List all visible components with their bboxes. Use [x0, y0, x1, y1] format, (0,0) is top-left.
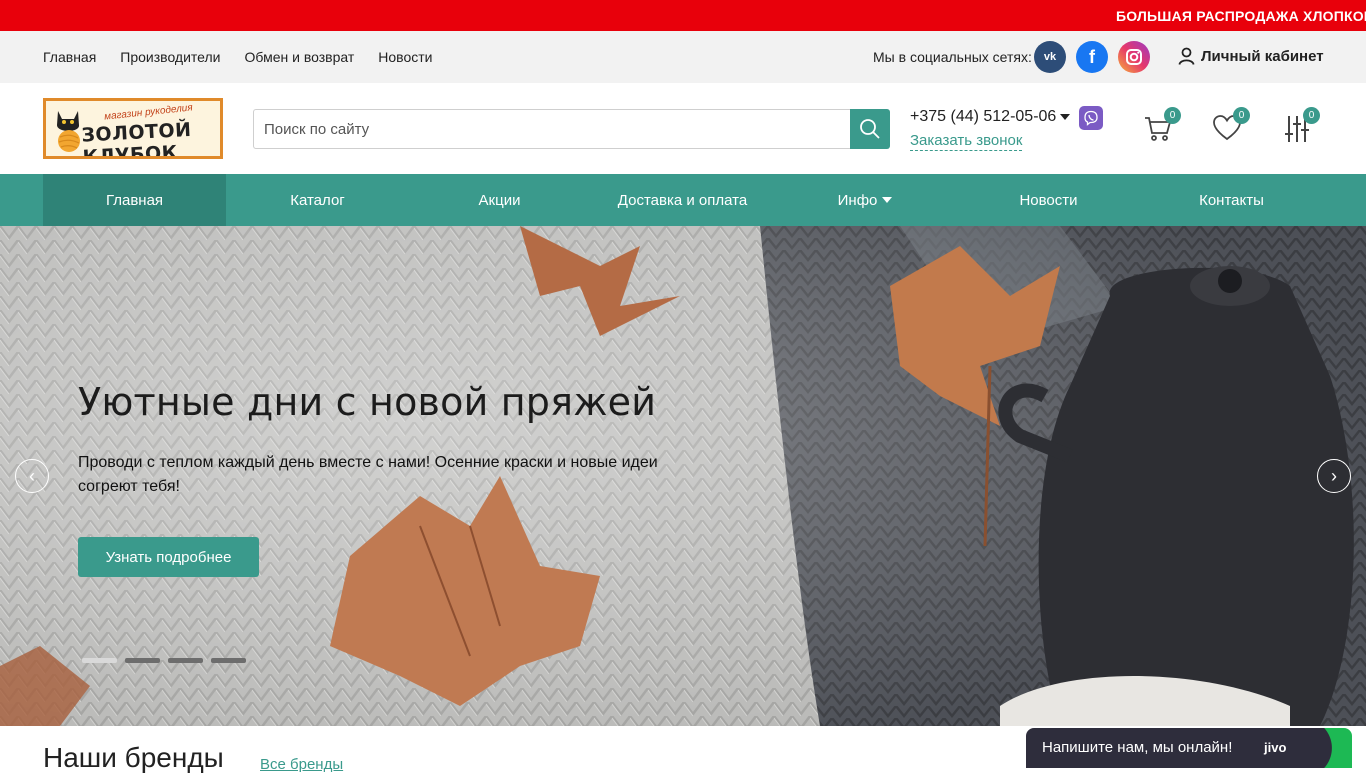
nav-item-news[interactable]: Новости: [957, 174, 1140, 226]
chevron-left-icon: ‹: [29, 465, 35, 486]
nav-item-catalog[interactable]: Каталог: [226, 174, 409, 226]
phone-dropdown[interactable]: +375 (44) 512-05-06: [910, 108, 1071, 126]
toplink-news[interactable]: Новости: [378, 49, 432, 65]
compare-count-badge: 0: [1303, 107, 1320, 124]
cart-button[interactable]: 0: [1142, 107, 1181, 144]
main-nav: Главная Каталог Акции Доставка и оплата …: [0, 174, 1366, 226]
site-logo[interactable]: магазин рукоделия ЗОЛОТОЙ КЛУБОК: [43, 98, 223, 159]
viber-icon[interactable]: [1079, 106, 1103, 130]
account-label: Личный кабинет: [1201, 47, 1324, 65]
caret-down-icon: [1060, 114, 1071, 120]
search-icon: [860, 119, 880, 139]
favorites-button[interactable]: 0: [1211, 107, 1250, 144]
compare-button[interactable]: 0: [1281, 107, 1320, 144]
user-icon: [1178, 47, 1195, 65]
slider-prev-button[interactable]: ‹: [15, 459, 49, 493]
slider-dot-3[interactable]: [168, 658, 203, 663]
caret-down-icon: [882, 197, 893, 203]
hero-slider: Уютные дни с новой пряжей Проводи с тепл…: [0, 226, 1366, 726]
top-bar: Главная Производители Обмен и возврат Но…: [0, 31, 1366, 83]
search-button[interactable]: [850, 109, 890, 149]
phone-number: +375 (44) 512-05-06: [910, 108, 1057, 125]
nav-item-promotions[interactable]: Акции: [408, 174, 591, 226]
chevron-right-icon: ›: [1331, 465, 1337, 486]
hero-title: Уютные дни с новой пряжей: [78, 380, 657, 424]
chat-widget[interactable]: Напишите нам, мы онлайн! jivo: [1026, 728, 1352, 768]
online-status-icon: [1302, 728, 1352, 768]
search-input[interactable]: [253, 109, 851, 149]
favorites-count-badge: 0: [1233, 107, 1250, 124]
callback-link[interactable]: Заказать звонок: [910, 132, 1023, 151]
vk-icon[interactable]: vk: [1034, 41, 1066, 73]
nav-item-info[interactable]: Инфо: [774, 174, 957, 226]
instagram-icon[interactable]: [1118, 41, 1150, 73]
slider-dots: [82, 658, 246, 663]
nav-item-info-label: Инфо: [837, 191, 878, 209]
brands-title: Наши бренды: [43, 742, 224, 773]
account-link[interactable]: Личный кабинет: [1178, 47, 1324, 65]
social-label: Мы в социальных сетях:: [873, 49, 1032, 65]
top-links: Главная Производители Обмен и возврат Но…: [43, 49, 432, 65]
slider-next-button[interactable]: ›: [1317, 459, 1351, 493]
chat-prompt: Напишите нам, мы онлайн!: [1042, 739, 1233, 756]
promo-bar: БОЛЬШАЯ РАСПРОДАЖА ХЛОПКОВ!: [0, 0, 1366, 31]
nav-item-delivery[interactable]: Доставка и оплата: [591, 174, 774, 226]
hero-description: Проводи с теплом каждый день вместе с на…: [78, 454, 658, 495]
all-brands-link[interactable]: Все бренды: [260, 756, 343, 773]
facebook-icon[interactable]: f: [1076, 41, 1108, 73]
toplink-manufacturers[interactable]: Производители: [120, 49, 220, 65]
slider-dot-1[interactable]: [82, 658, 117, 663]
logo-title: ЗОЛОТОЙ КЛУБОК: [80, 118, 193, 159]
nav-item-contacts[interactable]: Контакты: [1140, 174, 1323, 226]
slider-dot-4[interactable]: [211, 658, 246, 663]
toplink-returns[interactable]: Обмен и возврат: [244, 49, 354, 65]
hero-more-button[interactable]: Узнать подробнее: [78, 537, 259, 577]
cart-count-badge: 0: [1164, 107, 1181, 124]
toplink-home[interactable]: Главная: [43, 49, 96, 65]
promo-text[interactable]: БОЛЬШАЯ РАСПРОДАЖА ХЛОПКОВ!: [1116, 8, 1366, 24]
search-form: [253, 109, 890, 149]
jivo-logo: jivo: [1264, 740, 1287, 755]
nav-item-home[interactable]: Главная: [43, 174, 226, 226]
slider-dot-2[interactable]: [125, 658, 160, 663]
